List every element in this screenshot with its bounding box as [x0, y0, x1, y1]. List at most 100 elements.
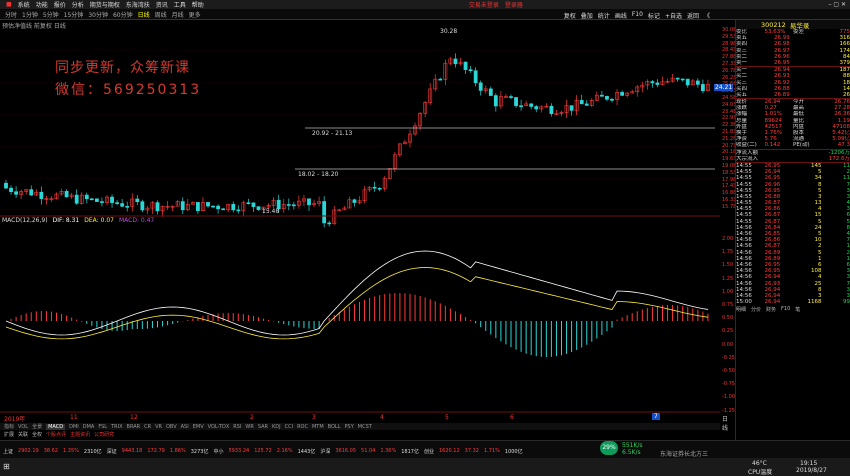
quote-stats: 现价 26.94 今开 26.76 涨跌 0.27 最高 27.28 涨幅 1.01% 最低 26.3… [736, 99, 850, 149]
collapse-icon[interactable]: 《 [704, 11, 710, 20]
indicator-tab-指标[interactable]: 指标 [4, 423, 14, 430]
tool-adjust[interactable]: 复权 [564, 11, 576, 20]
period-timeshare[interactable]: 分时 [5, 10, 17, 19]
indicator-tab-wr[interactable]: WR [245, 424, 253, 430]
ticker-field: 125.72 [254, 448, 272, 454]
tick-list[interactable]: 14:55 26.95 145 11 14:55 26.94 5 2 14:55 26.95 34 1… [736, 163, 850, 305]
candle-body [251, 202, 256, 207]
ticker-field: 沪深 [320, 449, 331, 455]
menu-item-news[interactable]: 资讯 [156, 0, 168, 9]
tool-draw[interactable]: 画线 [615, 11, 627, 20]
tool-add-watch[interactable]: +自选 [665, 11, 682, 20]
ticker-field: 37.32 [464, 448, 479, 454]
candle-body [650, 81, 655, 84]
menu-item-help[interactable]: 帮助 [192, 0, 204, 9]
quote-value: 0.142 [764, 142, 781, 149]
menu-item-analysis[interactable]: 分析 [72, 0, 84, 9]
panel-tab[interactable]: F10 [781, 306, 790, 313]
ticker-field: 3616.05 [335, 448, 357, 454]
stock-name: 易华录 [789, 21, 810, 30]
bottom-tab[interactable]: 扩展 [4, 431, 14, 438]
login-link[interactable]: 登录器 [505, 0, 523, 9]
ticker-field: 2.16% [276, 448, 293, 454]
cpu-usage-badge: 29% [600, 441, 618, 455]
macd-label[interactable]: MACD(12,26,9) [2, 217, 48, 224]
indicator-tab-mcst[interactable]: MCST [358, 424, 372, 430]
menu-item-tools[interactable]: 工具 [174, 0, 186, 9]
menu-item-futures[interactable]: 期货与期权 [90, 0, 120, 9]
bottom-tab[interactable]: 全权 [32, 431, 42, 438]
bottom-tab[interactable]: 个股点评 [46, 431, 66, 438]
flow-label: 大宗流入 [736, 155, 759, 162]
tool-back[interactable]: 返回 [687, 11, 699, 20]
ticker-field: 1.71% [484, 448, 500, 454]
indicator-tab-brar[interactable]: BRAR [127, 424, 141, 430]
indicator-tab-kdj[interactable]: KDJ [272, 424, 281, 430]
panel-tab[interactable]: 笔 [795, 306, 800, 313]
indicator-tab-macd[interactable]: MACD [46, 423, 66, 430]
menu-item-function[interactable]: 功能 [36, 0, 48, 9]
macd-axis-label: -1.25 [722, 407, 735, 414]
panel-tab[interactable]: 明细 [736, 306, 746, 313]
date-label: 4 [380, 414, 384, 421]
bottom-tab[interactable]: 关联 [18, 431, 28, 438]
tool-stats[interactable]: 统计 [598, 11, 610, 20]
ticker-field: 172.79 [147, 448, 165, 454]
candle-body [115, 202, 120, 204]
period-daily[interactable]: 日线 [138, 10, 150, 19]
tool-mark[interactable]: 标记 [648, 11, 660, 20]
candle-body [180, 201, 185, 211]
indicator-tab-cr[interactable]: CR [144, 424, 151, 430]
macd-axis-label: -0.25 [722, 354, 735, 361]
panel-tab[interactable]: 分价 [751, 306, 761, 313]
period-monthly[interactable]: 月线 [172, 10, 184, 19]
indicator-tab-trix[interactable]: TRIX [111, 424, 122, 430]
period-1min[interactable]: 1分钟 [22, 10, 38, 19]
indicator-tab-emv[interactable]: EMV [193, 424, 204, 430]
indicator-tab-cci[interactable]: CCI [285, 424, 293, 430]
indicator-tab-rsi[interactable]: RSI [233, 424, 241, 430]
period-15min[interactable]: 15分钟 [64, 10, 84, 19]
bottom-tab[interactable]: 公司研究 [94, 431, 114, 438]
indicator-tab-vol[interactable]: VOL [18, 424, 28, 430]
period-5min[interactable]: 5分钟 [43, 10, 59, 19]
indicator-tab-全景[interactable]: 全景 [32, 423, 42, 430]
indicator-tab-dma[interactable]: DMA [83, 424, 95, 430]
tool-overlay[interactable]: 叠加 [581, 11, 593, 20]
period-weekly[interactable]: 周线 [155, 10, 167, 19]
macd-axis-label: 0.25 [722, 328, 734, 335]
indicator-tab-mtm[interactable]: MTM [312, 424, 324, 430]
indicator-tab-asi[interactable]: ASI [181, 424, 189, 430]
trade-login-link[interactable]: 交易未登录 [469, 0, 499, 9]
period-60min[interactable]: 60分钟 [113, 10, 133, 19]
capital-flow: 净流入额 -1206万 大宗流入 172.6万 [736, 150, 850, 162]
start-icon[interactable]: ⊞ [3, 462, 10, 471]
indicator-tab-vr[interactable]: VR [155, 424, 162, 430]
indicator-tab-boll[interactable]: BOLL [328, 424, 341, 430]
macd-axis-label: -1.00 [722, 394, 735, 401]
bottom-tab[interactable]: 主题资讯 [70, 431, 90, 438]
indicator-tab-psy[interactable]: PSY [345, 424, 354, 430]
period-more[interactable]: 更多 [189, 10, 201, 19]
indicator-tab-dmi[interactable]: DMI [69, 424, 79, 430]
indicator-tab-vol-tdx[interactable]: VOL-TDX [208, 424, 230, 430]
indicator-tab-sar[interactable]: SAR [258, 424, 268, 430]
period-30min[interactable]: 30分钟 [88, 10, 108, 19]
box-annotation-upper: 20.92 - 21.13 [312, 130, 353, 137]
candle-body [468, 69, 473, 72]
menu-item-system[interactable]: 系统 [18, 0, 30, 9]
panel-tab[interactable]: 财务 [766, 306, 776, 313]
tool-f10[interactable]: F10 [632, 11, 643, 20]
macd-axis-label: -0.75 [722, 381, 735, 388]
tick-volume: 1168 [807, 299, 822, 306]
stock-header: 300212 易华录 [736, 20, 850, 30]
window-controls[interactable]: – ▢ ✕ [828, 1, 846, 8]
candle-body [675, 77, 680, 80]
dea-line [5, 267, 709, 340]
indicator-tab-obv[interactable]: OBV [166, 424, 177, 430]
quote-value: 47.3 [837, 142, 850, 149]
menu-item-quote[interactable]: 报价 [54, 0, 66, 9]
indicator-tab-roc[interactable]: ROC [297, 424, 308, 430]
indicator-tab-fsl[interactable]: FSL [98, 424, 107, 430]
menu-item-donghai[interactable]: 东海湾扶 [126, 0, 150, 9]
